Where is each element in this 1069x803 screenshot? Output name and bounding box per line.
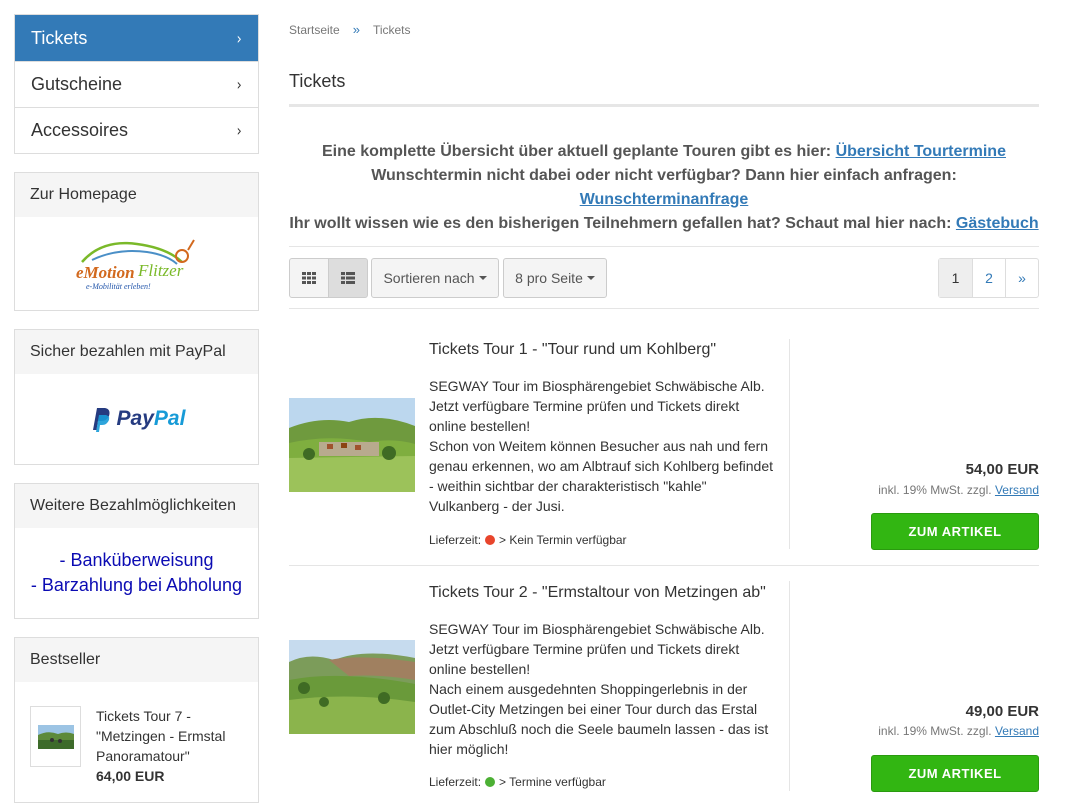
bestseller-item[interactable]: Tickets Tour 7 - "Metzingen - Ermstal Pa… xyxy=(15,682,258,802)
homepage-logo-link[interactable]: eMotion Flitzer e-Mobilität erleben! xyxy=(15,217,258,310)
intro-text: Eine komplette Übersicht über aktuell ge… xyxy=(289,140,1039,236)
category-label: Gutscheine xyxy=(31,74,123,94)
product-image[interactable] xyxy=(289,398,415,492)
bestseller-name[interactable]: "Metzingen - Ermstal xyxy=(96,726,225,746)
intro-line: Ihr wollt wissen wie es den bisherigen T… xyxy=(289,215,956,232)
homepage-box: Zur Homepage eMotion Flitzer e-Mobilität… xyxy=(14,172,259,311)
bestseller-thumbnail[interactable] xyxy=(30,706,81,767)
tour-overview-link[interactable]: Übersicht Tourtermine xyxy=(836,143,1006,160)
category-label: Tickets xyxy=(31,27,88,48)
intro-line: Wunschtermin nicht dabei oder nicht verf… xyxy=(371,167,957,184)
tax-info: inkl. 19% MwSt. zzgl. Versand xyxy=(878,483,1039,497)
delivery-label: Lieferzeit: xyxy=(429,775,482,789)
chevron-right-icon: › xyxy=(236,75,242,94)
landscape-image xyxy=(37,724,74,749)
svg-text:e-Mobilität erleben!: e-Mobilität erleben! xyxy=(86,282,151,291)
box-title: Zur Homepage xyxy=(15,173,258,217)
breadcrumb-separator: » xyxy=(352,22,360,37)
product-price: 54,00 EUR xyxy=(965,461,1039,478)
delivery-status: > Termine verfügbar xyxy=(499,775,606,789)
guestbook-link[interactable]: Gästebuch xyxy=(956,215,1039,232)
category-label: Accessoires xyxy=(31,120,129,140)
paypal-logo[interactable]: PayPal xyxy=(15,374,258,464)
bestseller-box: Bestseller Tickets Tour 7 - "Metzingen -… xyxy=(14,637,259,803)
listing-toolbar: Sortieren nach 8 pro Seite 1 2 » xyxy=(289,258,1039,298)
to-article-button[interactable]: ZUM ARTIKEL xyxy=(871,755,1039,792)
grid-view-button[interactable] xyxy=(289,258,329,298)
sort-dropdown[interactable]: Sortieren nach xyxy=(371,258,499,298)
intro-line: Eine komplette Übersicht über aktuell ge… xyxy=(322,143,836,160)
payment-methods-box: Weitere Bezahlmöglichkeiten - Banküberwe… xyxy=(14,483,259,619)
product-title[interactable]: Tickets Tour 1 - "Tour rund um Kohlberg" xyxy=(429,341,716,359)
bestseller-name[interactable]: Panoramatour" xyxy=(96,746,225,766)
payment-method: - Barzahlung bei Abholung xyxy=(30,575,243,595)
caret-down-icon xyxy=(478,276,487,280)
list-view-button[interactable] xyxy=(328,258,368,298)
product-item: Tickets Tour 1 - "Tour rund um Kohlberg"… xyxy=(289,309,1039,565)
delivery-info: Lieferzeit: > Kein Termin verfügbar xyxy=(429,533,627,547)
next-page-button[interactable]: » xyxy=(1005,259,1038,297)
pagination: 1 2 » xyxy=(938,258,1039,298)
caret-down-icon xyxy=(586,276,595,280)
paypal-logo-pay: Pay xyxy=(116,407,154,430)
tax-text: inkl. 19% MwSt. zzgl. xyxy=(878,483,992,497)
chevron-right-icon: › xyxy=(236,121,242,140)
delivery-info: Lieferzeit: > Termine verfügbar xyxy=(429,775,606,789)
payment-method: - Banküberweisung xyxy=(59,550,214,570)
per-page-label: 8 pro Seite xyxy=(515,270,583,286)
date-request-link[interactable]: Wunschterminanfrage xyxy=(580,191,749,208)
status-green-dot-icon xyxy=(485,777,496,787)
tax-info: inkl. 19% MwSt. zzgl. Versand xyxy=(878,724,1039,738)
payment-methods-list: - Banküberweisung - Barzahlung bei Abhol… xyxy=(15,528,258,618)
category-item-tickets[interactable]: Tickets › xyxy=(15,15,258,61)
breadcrumb: Startseite » Tickets xyxy=(289,22,411,37)
title-divider xyxy=(289,104,1039,107)
product-title[interactable]: Tickets Tour 2 - "Ermstaltour von Metzin… xyxy=(429,584,766,602)
category-nav: Tickets › Gutscheine › Accessoires › xyxy=(14,14,259,154)
product-image[interactable] xyxy=(289,640,415,734)
delivery-status: > Kein Termin verfügbar xyxy=(499,533,627,547)
emotion-flitzer-logo: eMotion Flitzer e-Mobilität erleben! xyxy=(76,238,195,291)
bestseller-price: 64,00 EUR xyxy=(96,768,165,784)
page-2-button[interactable]: 2 xyxy=(972,259,1005,297)
per-page-dropdown[interactable]: 8 pro Seite xyxy=(503,258,607,298)
box-title: Weitere Bezahlmöglichkeiten xyxy=(15,484,258,528)
to-article-button[interactable]: ZUM ARTIKEL xyxy=(871,513,1039,550)
product-description: SEGWAY Tour im Biosphärengebiet Schwäbis… xyxy=(429,621,769,757)
svg-text:Flitzer: Flitzer xyxy=(137,261,184,280)
page-1-button[interactable]: 1 xyxy=(939,259,972,297)
vertical-divider xyxy=(789,339,790,549)
category-item-gutscheine[interactable]: Gutscheine › xyxy=(15,61,258,107)
page-title: Tickets xyxy=(289,71,346,91)
box-title: Sicher bezahlen mit PayPal xyxy=(15,330,258,374)
sidebar: Tickets › Gutscheine › Accessoires › Zur… xyxy=(14,14,259,803)
svg-text:eMotion: eMotion xyxy=(76,263,135,282)
grid-icon xyxy=(302,272,316,284)
chevron-right-icon: › xyxy=(236,28,242,48)
status-red-dot-icon xyxy=(485,535,496,545)
list-icon xyxy=(341,272,355,284)
shipping-link[interactable]: Versand xyxy=(995,483,1039,497)
breadcrumb-home[interactable]: Startseite xyxy=(289,23,340,37)
category-item-accessoires[interactable]: Accessoires › xyxy=(15,107,258,153)
paypal-logo-pal: Pal xyxy=(153,407,186,430)
paypal-icon xyxy=(92,408,110,432)
tax-text: inkl. 19% MwSt. zzgl. xyxy=(878,724,992,738)
vertical-divider xyxy=(789,581,790,791)
bestseller-name[interactable]: Tickets Tour 7 - xyxy=(96,706,225,726)
box-title: Bestseller xyxy=(15,638,258,682)
divider xyxy=(289,246,1039,247)
product-description: SEGWAY Tour im Biosphärengebiet Schwäbis… xyxy=(429,378,774,514)
product-price: 49,00 EUR xyxy=(965,703,1039,720)
paypal-box: Sicher bezahlen mit PayPal PayPal xyxy=(14,329,259,465)
sort-label: Sortieren nach xyxy=(383,270,475,286)
delivery-label: Lieferzeit: xyxy=(429,533,482,547)
breadcrumb-current[interactable]: Tickets xyxy=(373,23,411,37)
product-item: Tickets Tour 2 - "Ermstaltour von Metzin… xyxy=(289,566,1039,803)
shipping-link[interactable]: Versand xyxy=(995,724,1039,738)
